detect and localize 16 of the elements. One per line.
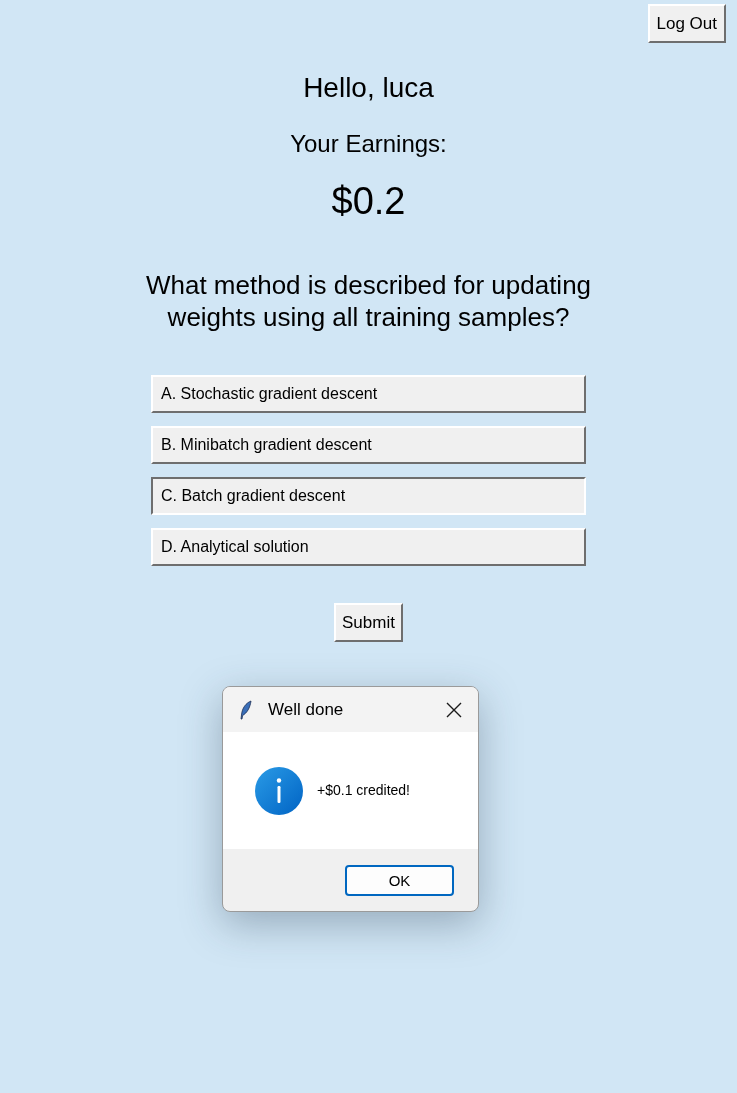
dialog-message: +$0.1 credited! (317, 781, 410, 800)
question-text: What method is described for updating weights using all training samples? (144, 269, 593, 333)
earnings-label: Your Earnings: (290, 129, 447, 159)
info-icon (255, 766, 303, 815)
answer-option[interactable]: C. Batch gradient descent (151, 477, 586, 515)
greeting-text: Hello, luca (303, 71, 434, 105)
close-icon[interactable] (446, 701, 462, 718)
answer-option[interactable]: B. Minibatch gradient descent (151, 426, 586, 464)
submit-button[interactable]: Submit (334, 603, 403, 642)
earnings-amount: $0.2 (331, 179, 406, 223)
answer-option[interactable]: D. Analytical solution (151, 528, 586, 566)
ok-button[interactable]: OK (345, 864, 454, 896)
answer-option[interactable]: A. Stochastic gradient descent (151, 375, 586, 413)
feather-icon (240, 699, 252, 720)
logout-button[interactable]: Log Out (647, 4, 726, 43)
dialog-title: Well done (268, 698, 345, 721)
